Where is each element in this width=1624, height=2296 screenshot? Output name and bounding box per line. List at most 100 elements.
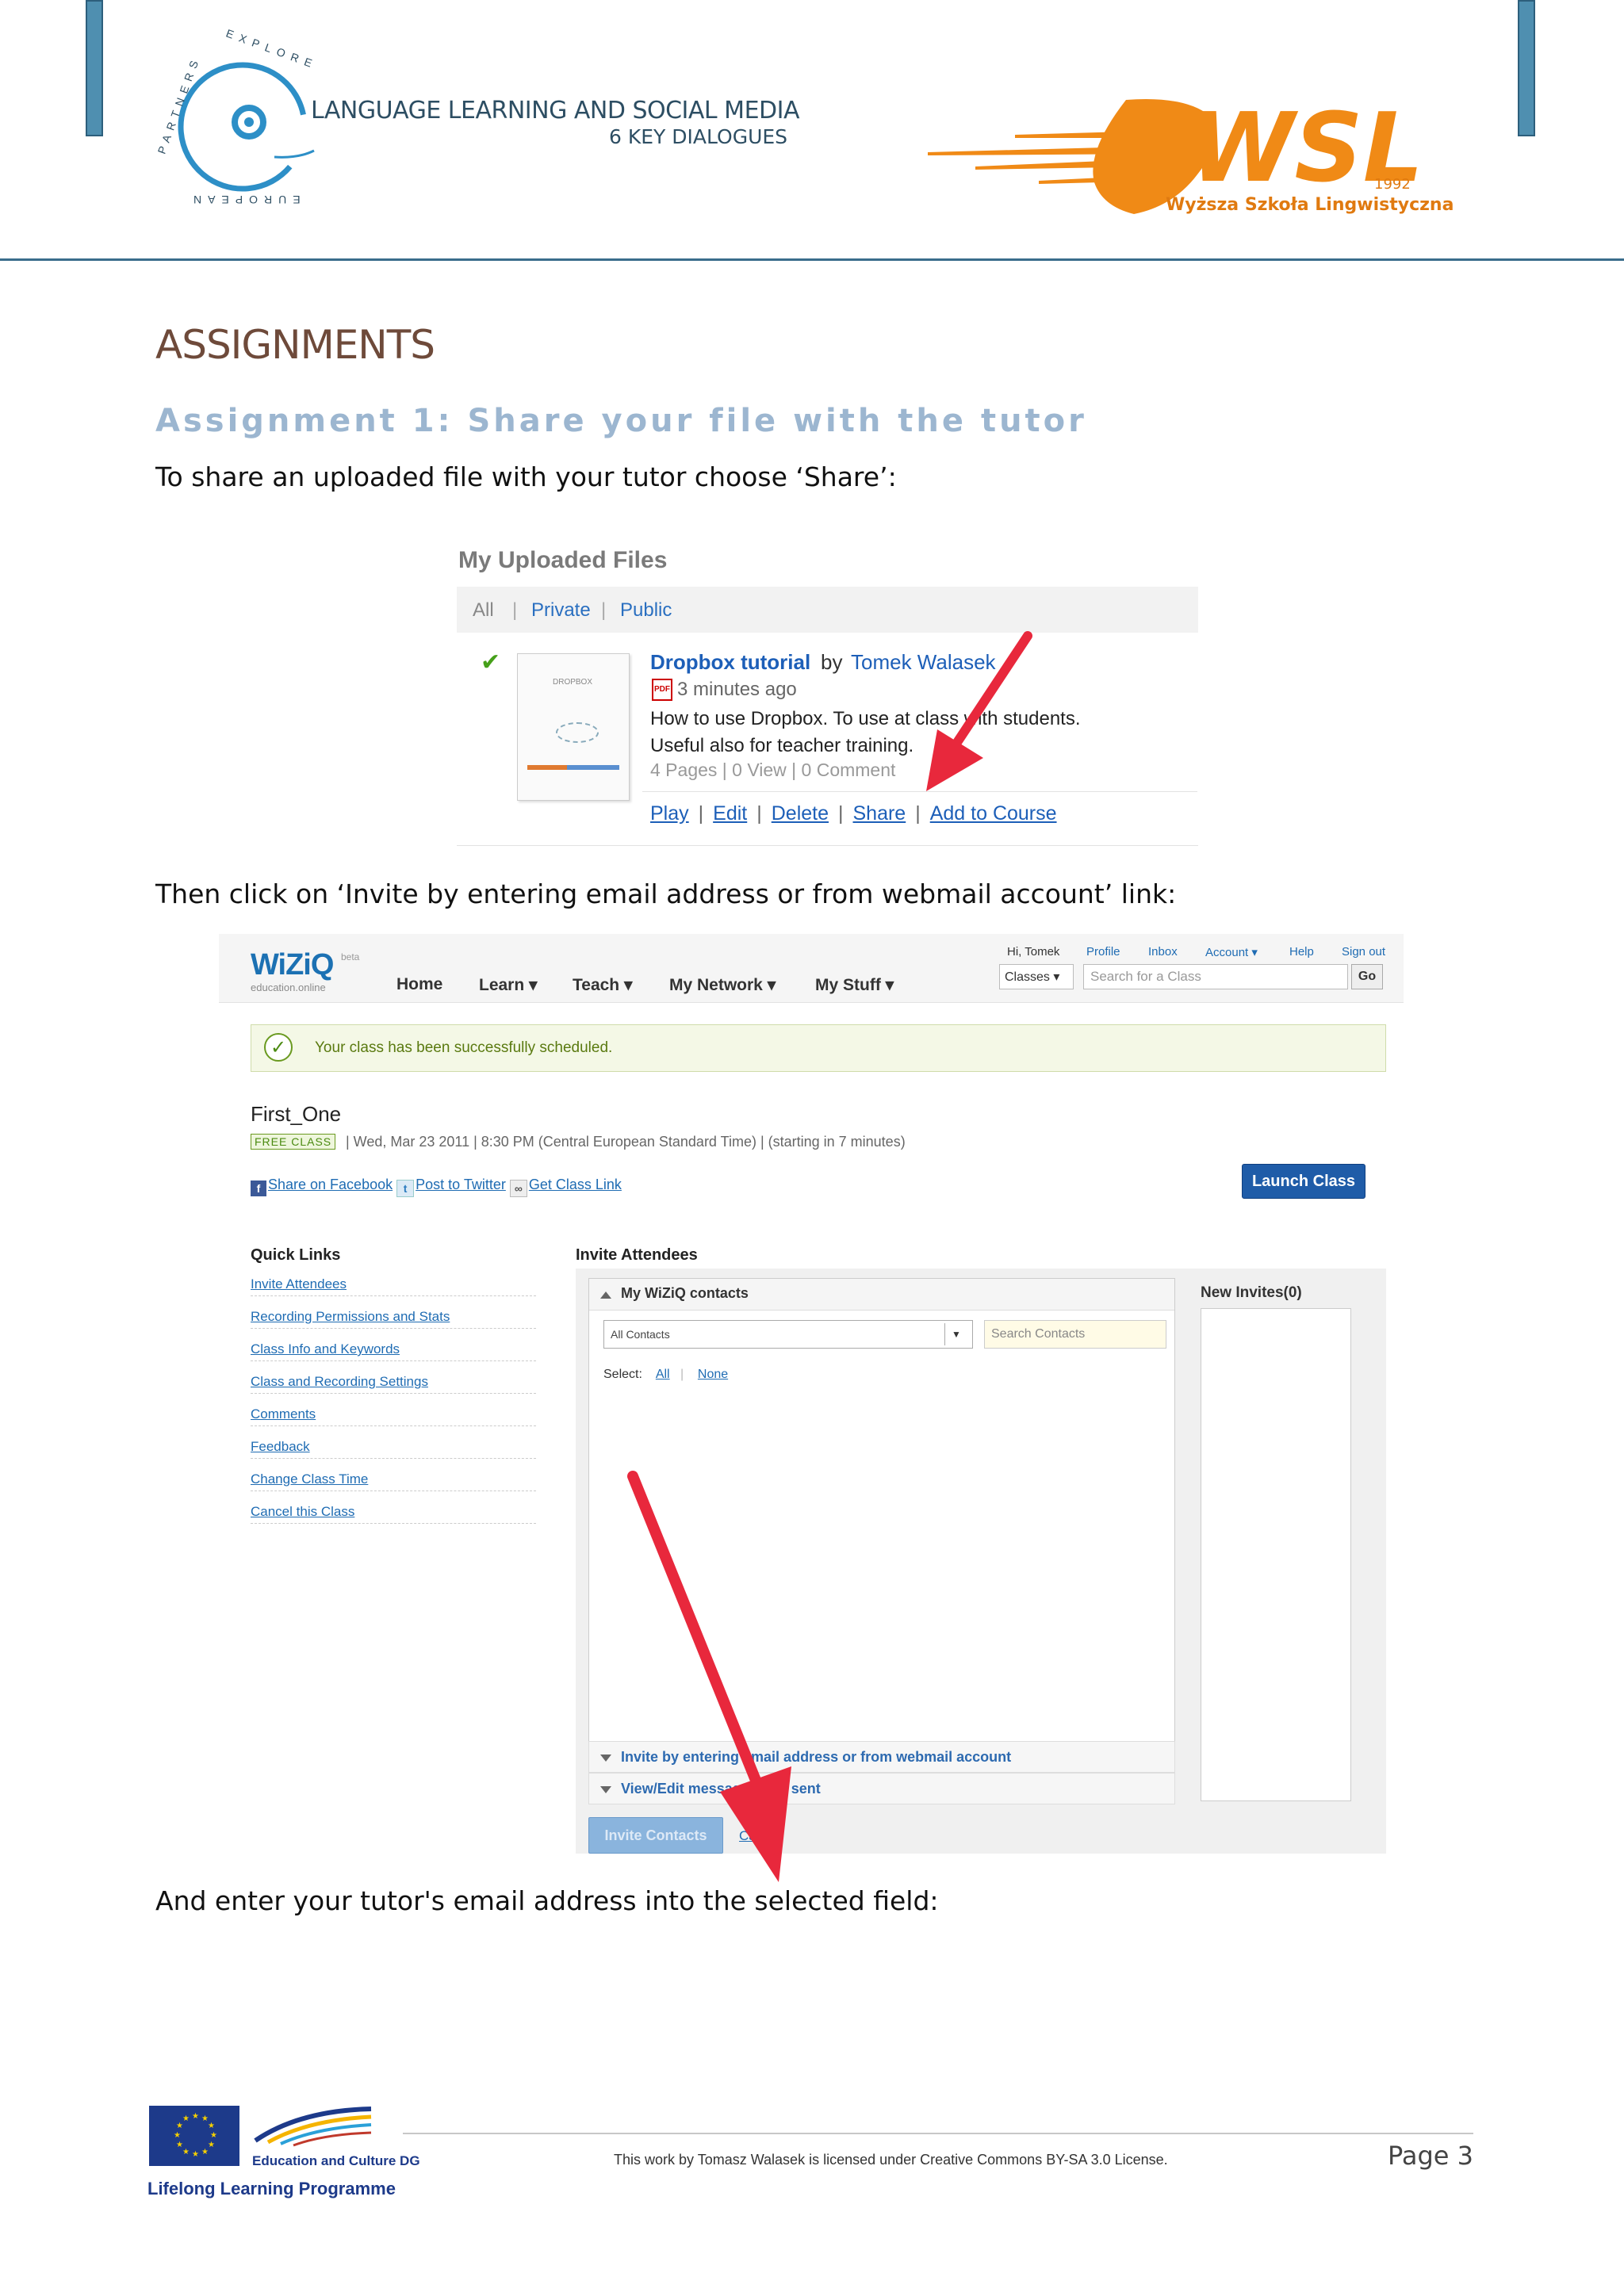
nav-teach[interactable]: Teach ▾ [573, 975, 633, 995]
select-row: Select: All | None [603, 1368, 728, 1382]
quick-link-class-info[interactable]: Class Info and Keywords [251, 1341, 536, 1361]
svg-text:★: ★ [192, 2112, 199, 2121]
svg-text:★: ★ [201, 2148, 209, 2156]
file-actions: Play | Edit | Delete | Share | Add to Course [650, 802, 1057, 825]
eu-flag: ★ ★ ★ ★ ★ ★ ★ ★ ★ ★ ★ ★ [149, 2106, 239, 2166]
expand-icon [600, 1786, 611, 1793]
file-thumbnail[interactable]: DROPBOX [517, 653, 630, 801]
free-class-badge: FREE CLASS [251, 1134, 336, 1150]
quick-link-invite-attendees[interactable]: Invite Attendees [251, 1276, 536, 1296]
svg-text:★: ★ [182, 2114, 190, 2123]
greeting: Hi, Tomek [1007, 945, 1060, 959]
eu-stars-icon: ★ ★★ ★★★ ★★★ ★★★ [174, 2112, 217, 2159]
wiziq-beta: beta [341, 951, 360, 962]
nav-my-network[interactable]: My Network ▾ [669, 975, 776, 995]
new-invites-title: New Invites(0) [1201, 1284, 1302, 1301]
add-to-course-link[interactable]: Add to Course [930, 802, 1057, 825]
tab-separator: | [512, 599, 518, 621]
contacts-header[interactable]: My WiZiQ contacts [589, 1279, 1174, 1311]
lifelong-learning-programme: Lifelong Learning Programme [147, 2179, 396, 2198]
link-icon: ∞ [509, 1180, 527, 1197]
new-invites-list [1201, 1308, 1351, 1801]
get-class-link[interactable]: Get Class Link [529, 1177, 622, 1192]
file-description-line: How to use Dropbox. To use at class with… [650, 708, 1081, 729]
svg-text:★: ★ [174, 2131, 181, 2140]
corner-bar-right [1518, 0, 1535, 136]
expand-icon [600, 1755, 611, 1762]
nav-my-stuff[interactable]: My Stuff ▾ [815, 975, 894, 995]
profile-link[interactable]: Profile [1086, 945, 1120, 959]
tab-private[interactable]: Private [531, 599, 591, 622]
red-arrow-icon [926, 631, 1032, 791]
launch-class-button[interactable]: Launch Class [1242, 1164, 1365, 1199]
instruction-share: To share an uploaded file with your tuto… [155, 461, 897, 492]
tab-all[interactable]: All [473, 599, 494, 622]
file-description-line: Useful also for teacher training. [650, 735, 914, 756]
wiziq-logo[interactable]: WiZiQ [251, 948, 334, 982]
logo-ring-text-bottom: EUROPEAN [187, 193, 301, 206]
action-separator: | [838, 802, 844, 825]
nav-home[interactable]: Home [396, 975, 442, 994]
quick-link-recording-permissions[interactable]: Recording Permissions and Stats [251, 1309, 536, 1329]
thumbnail-bar [567, 765, 619, 770]
class-title: First_One [251, 1102, 342, 1126]
svg-text:★: ★ [208, 2122, 215, 2130]
select-all-link[interactable]: All [656, 1368, 670, 1381]
class-search-input[interactable]: Search for a Class [1083, 964, 1348, 989]
success-message: Your class has been successfully schedul… [315, 1039, 613, 1056]
contacts-title: My WiZiQ contacts [621, 1285, 749, 1301]
thumbnail-label: DROPBOX [553, 678, 593, 687]
share-link[interactable]: Share [853, 802, 906, 825]
collapse-icon [600, 1292, 611, 1299]
action-separator: | [915, 802, 921, 825]
go-button[interactable]: Go [1351, 964, 1383, 989]
sign-out-link[interactable]: Sign out [1342, 945, 1385, 959]
class-meta: | Wed, Mar 23 2011 | 8:30 PM (Central Eu… [346, 1134, 906, 1150]
logo-subtitle: 6 KEY DIALOGUES [609, 125, 788, 148]
search-contacts-input[interactable]: Search Contacts [984, 1320, 1166, 1349]
assignment-heading: Assignment 1: Share your file with the t… [155, 403, 1087, 439]
delete-link[interactable]: Delete [772, 802, 829, 825]
divider [457, 845, 1198, 846]
play-link[interactable]: Play [650, 802, 689, 825]
facebook-icon: f [251, 1181, 266, 1196]
page-number: Page 3 [1388, 2141, 1473, 2171]
checkmark-icon: ✔ [481, 649, 501, 675]
inbox-link[interactable]: Inbox [1148, 945, 1178, 959]
corner-bar-left [86, 0, 103, 136]
action-separator: | [756, 802, 762, 825]
file-title-link[interactable]: Dropbox tutorial [650, 650, 810, 675]
quick-link-cancel-class[interactable]: Cancel this Class [251, 1504, 536, 1524]
twitter-icon: t [396, 1180, 415, 1197]
footer-rule [403, 2133, 1473, 2134]
quick-link-feedback[interactable]: Feedback [251, 1439, 536, 1459]
tab-public[interactable]: Public [620, 599, 672, 622]
wsl-year: 1992 [1374, 176, 1411, 193]
contacts-filter-select[interactable]: All Contacts [603, 1320, 973, 1349]
quick-links-title: Quick Links [251, 1246, 341, 1264]
svg-text:★: ★ [176, 2141, 183, 2149]
thumbnail-bar [527, 765, 567, 770]
account-link[interactable]: Account ▾ [1205, 945, 1258, 959]
file-description: How to use Dropbox. To use at class with… [650, 706, 1142, 760]
post-twitter-link[interactable]: Post to Twitter [416, 1177, 506, 1192]
svg-text:★: ★ [210, 2131, 217, 2140]
nav-learn[interactable]: Learn ▾ [479, 975, 538, 995]
classes-dropdown[interactable]: Classes ▾ [999, 964, 1074, 989]
edit-link[interactable]: Edit [713, 802, 747, 825]
thumbnail-graphic [556, 722, 599, 743]
svg-text:★: ★ [182, 2148, 190, 2156]
pdf-icon: PDF [652, 679, 672, 701]
select-none-link[interactable]: None [698, 1368, 728, 1381]
quick-link-comments[interactable]: Comments [251, 1406, 536, 1426]
select-separator: | [680, 1368, 684, 1381]
instruction-email: And enter your tutor's email address int… [155, 1885, 939, 1916]
share-facebook-link[interactable]: Share on Facebook [268, 1177, 393, 1192]
help-link[interactable]: Help [1289, 945, 1314, 959]
wsl-name: Wyższa Szkoła Lingwistyczna [1166, 195, 1454, 215]
logo-title: LANGUAGE LEARNING AND SOCIAL MEDIA [311, 97, 800, 124]
quick-link-change-time[interactable]: Change Class Time [251, 1471, 536, 1491]
dropdown-arrow-icon[interactable]: ▼ [944, 1323, 967, 1345]
quick-link-settings[interactable]: Class and Recording Settings [251, 1374, 536, 1394]
file-stats: 4 Pages | 0 View | 0 Comment [650, 760, 896, 780]
